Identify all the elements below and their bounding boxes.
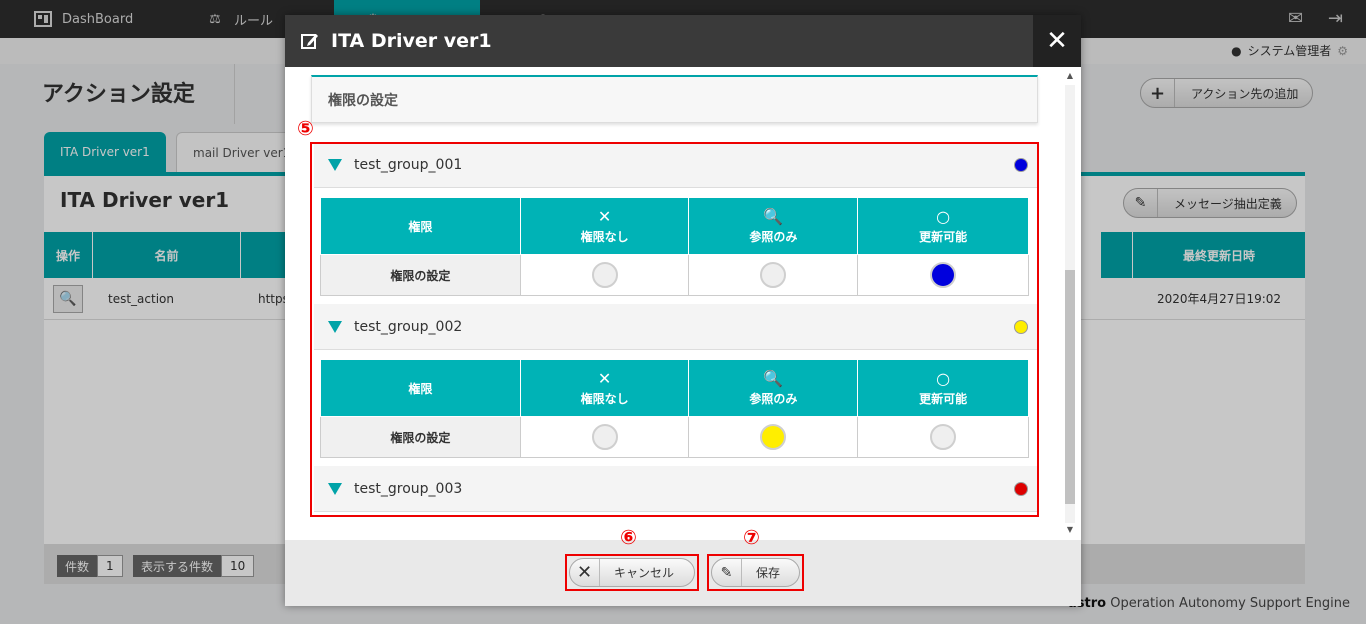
highlight-box-5 <box>310 142 1039 517</box>
close-icon[interactable]: ✕ <box>1033 15 1081 67</box>
callout-6: ⑥ <box>620 525 637 549</box>
cancel-label: キャンセル <box>614 566 675 580</box>
edit-icon <box>299 30 321 52</box>
save-button[interactable]: ✎ 保存 <box>711 558 800 587</box>
section-title: 権限の設定 <box>311 75 1038 123</box>
save-label: 保存 <box>756 566 781 580</box>
edit-icon: ✎ <box>712 559 742 586</box>
modal-body: 権限の設定 test_group_001 権限 ✕ 権限なし 🔍 参照のみ ○ 更新可… <box>288 67 1078 540</box>
callout-7: ⑦ <box>743 525 760 549</box>
scroll-thumb[interactable] <box>1065 270 1075 504</box>
callout-5: ⑤ <box>297 116 314 140</box>
scroll-down-icon[interactable]: ▼ <box>1064 525 1076 534</box>
modal-title: ITA Driver ver1 <box>331 30 492 52</box>
scroll-up-icon[interactable]: ▲ <box>1064 71 1076 80</box>
close-icon: ✕ <box>570 559 600 586</box>
scrollbar[interactable]: ▲ ▼ <box>1064 71 1076 537</box>
modal-header: ITA Driver ver1 ✕ <box>285 15 1081 67</box>
modal-dialog: ITA Driver ver1 ✕ 権限の設定 test_group_001 権… <box>285 15 1081 606</box>
cancel-button[interactable]: ✕ キャンセル <box>569 558 695 587</box>
